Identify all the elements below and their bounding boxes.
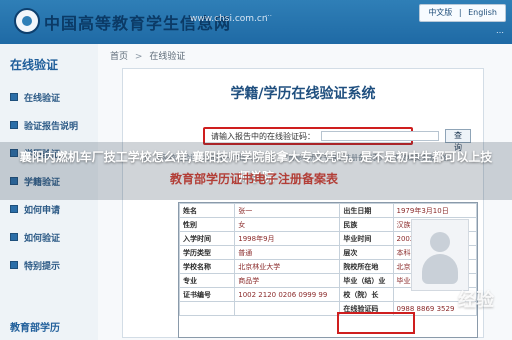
cert-value: 1002 2120 0206 0999 99: [234, 287, 341, 302]
certificate-table: 姓名 张一 出生日期 1979年3月10日 性别 女 民族 汉族 入学时间 19…: [178, 202, 478, 338]
bullet-icon: [10, 205, 18, 213]
cert-key: 校（院）长: [339, 287, 394, 302]
cert-key: 出生日期: [339, 203, 394, 218]
watermark-text: 经验: [458, 290, 494, 311]
sidebar-item-label: 在线验证: [24, 93, 61, 104]
cert-value: 商品学: [234, 273, 341, 288]
site-header: 中国高等教育学生信息网 www.chsi.com.cn … 中文版 | Engl…: [0, 0, 512, 44]
lang-sep: |: [458, 8, 462, 17]
breadcrumb-separator: >: [134, 52, 143, 62]
cert-row: 在线验证码 0988 8869 3529: [178, 301, 478, 316]
sidebar-item-label: 如何验证: [24, 233, 61, 244]
search-button[interactable]: 查询: [445, 129, 471, 152]
site-logo: [14, 8, 40, 34]
sidebar-item[interactable]: 如何验证: [10, 228, 98, 246]
page-title: 学籍/学历在线验证系统: [230, 86, 376, 102]
verification-code-input[interactable]: [321, 131, 439, 141]
sidebar-footer: 教育部学历: [10, 323, 60, 334]
breadcrumb-current: 在线验证: [149, 52, 186, 62]
cert-key: 层次: [339, 245, 394, 260]
highlight-box: [337, 312, 415, 334]
cert-value: 普通: [234, 245, 341, 260]
sidebar-item-label: 特别提示: [24, 261, 61, 272]
breadcrumb-home[interactable]: 首页: [110, 52, 128, 62]
header-slogan: …: [265, 10, 272, 18]
cert-key: [178, 301, 236, 316]
cert-key: 姓名: [178, 203, 236, 218]
bullet-icon: [10, 261, 18, 269]
search-label: 请输入报告中的在线验证码：: [211, 131, 315, 141]
cert-key: 性别: [178, 217, 236, 232]
sidebar-item-label: 验证报告说明: [24, 121, 79, 132]
sidebar-item[interactable]: 在线验证: [10, 88, 98, 106]
cert-key: 院校所在地: [339, 259, 394, 274]
cert-key: 学历类型: [178, 245, 236, 260]
cert-row: 姓名 张一 出生日期 1979年3月10日: [178, 203, 478, 218]
lang-en-link[interactable]: English: [468, 8, 497, 17]
cert-key: 专业: [178, 273, 236, 288]
cert-value: 1979年3月10日: [392, 203, 478, 218]
cert-key: 证书编号: [178, 287, 236, 302]
cert-value: [234, 301, 341, 316]
lang-cn-link[interactable]: 中文版: [428, 8, 452, 17]
cert-key: 学校名称: [178, 259, 236, 274]
language-switch: 中文版 | English: [419, 4, 506, 22]
cert-key: 入学时间: [178, 231, 236, 246]
cert-key: 毕业时间: [339, 231, 394, 246]
site-url[interactable]: www.chsi.com.cn: [190, 14, 268, 24]
cert-key: 毕业（结）业: [339, 273, 394, 288]
sidebar-item[interactable]: 验证报告说明: [10, 116, 98, 134]
cert-value: 北京林业大学: [234, 259, 341, 274]
breadcrumb: 首页 > 在线验证: [110, 49, 185, 62]
sidebar-item[interactable]: 特别提示: [10, 256, 98, 274]
photo-placeholder: [411, 219, 469, 291]
cert-key: 民族: [339, 217, 394, 232]
certificate-header: 教育部学历证书电子注册备案表: [170, 172, 339, 186]
bullet-icon: [10, 233, 18, 241]
cert-value: 1998年9月: [234, 231, 341, 246]
cert-value: 女: [234, 217, 341, 232]
sidebar-title: 在线验证: [10, 58, 59, 72]
bullet-icon: [10, 93, 18, 101]
cert-value: 张一: [234, 203, 341, 218]
bullet-icon: [10, 121, 18, 129]
header-date: …: [496, 26, 504, 35]
sidebar-item-label: 如何申请: [24, 205, 61, 216]
sidebar-item[interactable]: 如何申请: [10, 200, 98, 218]
